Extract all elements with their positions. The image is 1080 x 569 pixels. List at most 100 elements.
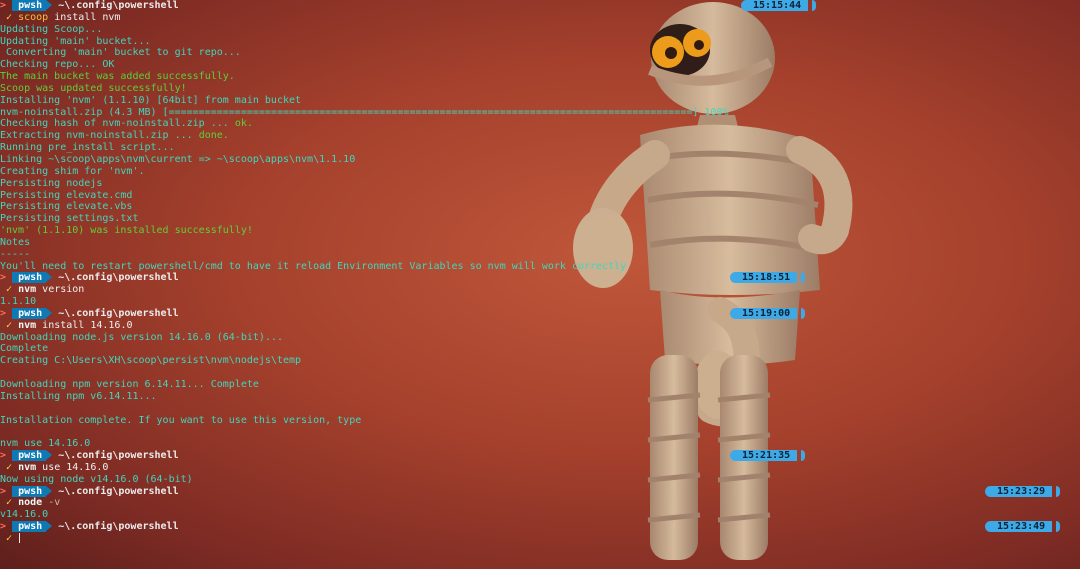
prompt-path: ~\.config\powershell xyxy=(58,485,179,497)
output-line: Linking ~\scoop\apps\nvm\current => ~\sc… xyxy=(0,154,1080,166)
command-line[interactable]: ✓ xyxy=(0,532,1080,545)
output-text: Installing npm v6.14.11... xyxy=(0,390,157,402)
output-line: Running pre_install script... xyxy=(0,142,1080,154)
output-line: Creating C:\Users\XH\scoop\persist\nvm\n… xyxy=(0,355,1080,367)
time-badge: 15:18:51 xyxy=(730,272,806,284)
output-line: Persisting elevate.vbs xyxy=(0,201,1080,213)
output-text: ok. xyxy=(234,118,253,130)
output-text: Checking repo... OK xyxy=(0,59,115,71)
output-text: Converting 'main' bucket to git repo... xyxy=(0,47,241,59)
shell-name-segment: pwsh xyxy=(12,307,47,319)
output-text: Now using node v14.16.0 (64-bit) xyxy=(0,473,193,485)
output-text: 'nvm' (1.1.10) was installed successfull… xyxy=(0,225,253,237)
output-text: You'll need to restart powershell/cmd to… xyxy=(0,260,627,272)
prompt-path: ~\.config\powershell xyxy=(58,450,179,462)
output-line: Converting 'main' bucket to git repo... xyxy=(0,47,1080,59)
command-token: nvm xyxy=(18,461,37,473)
output-text: Notes xyxy=(0,236,31,248)
output-text: Installation complete. If you want to us… xyxy=(0,414,362,426)
output-line: nvm use 14.16.0 xyxy=(0,438,1080,450)
output-text: Installing 'nvm' (1.1.10) [64bit] from m… xyxy=(0,94,302,106)
output-text: The main bucket was added successfully. xyxy=(0,71,235,83)
output-line: Scoop was updated successfully! xyxy=(0,83,1080,95)
prompt-line: > pwsh ~\.config\powershell 15:21:35 xyxy=(0,450,1080,462)
output-text: Checking hash of nvm-noinstall.zip ... xyxy=(0,118,235,130)
prompt-path: ~\.config\powershell xyxy=(58,272,179,284)
output-line: Checking hash of nvm-noinstall.zip ... o… xyxy=(0,118,1080,130)
powerline-separator-icon xyxy=(46,521,53,532)
output-line: Downloading npm version 6.14.11... Compl… xyxy=(0,379,1080,391)
command-token: scoop xyxy=(18,11,49,23)
command-token: -v xyxy=(42,497,61,509)
command-line[interactable]: ✓ scoop install nvm xyxy=(0,12,1080,24)
time-badge: 15:23:29 xyxy=(985,485,1061,497)
prompt-arrow-icon: > xyxy=(0,307,7,319)
command-line[interactable]: ✓ node -v xyxy=(0,497,1080,509)
output-line: nvm-noinstall.zip (4.3 MB) [============… xyxy=(0,107,1080,119)
time-badge: 15:21:35 xyxy=(730,450,806,462)
output-text: Persisting settings.txt xyxy=(0,213,139,225)
command-line[interactable]: ✓ nvm version xyxy=(0,284,1080,296)
output-line: Creating shim for 'nvm'. xyxy=(0,166,1080,178)
output-line: Persisting elevate.cmd xyxy=(0,190,1080,202)
output-line: Complete xyxy=(0,343,1080,355)
terminal-window[interactable]: > pwsh ~\.config\powershell 15:15:44 ✓ sc… xyxy=(0,0,1080,569)
prompt-arrow-icon: > xyxy=(0,485,7,497)
output-line: Updating Scoop... xyxy=(0,24,1080,36)
shell-name-segment: pwsh xyxy=(12,0,47,11)
prompt-line: > pwsh ~\.config\powershell 15:23:49 xyxy=(0,521,1080,533)
time-badge: 15:19:00 xyxy=(730,307,806,319)
prompt-arrow-icon: > xyxy=(0,0,7,11)
check-mark-icon: ✓ xyxy=(6,319,13,331)
output-text: 1.1.10 xyxy=(0,296,37,308)
powerline-separator-icon xyxy=(46,307,53,318)
command-token: install nvm xyxy=(48,11,121,23)
output-text: done. xyxy=(198,130,229,142)
powerline-separator-icon xyxy=(46,485,53,496)
shell-name-segment: pwsh xyxy=(12,272,47,284)
output-text: Extracting nvm-noinstall.zip ... xyxy=(0,130,199,142)
time-badge: 15:23:49 xyxy=(985,521,1061,533)
shell-name-segment: pwsh xyxy=(12,450,47,462)
shell-name-segment: pwsh xyxy=(12,485,47,497)
prompt-path: ~\.config\powershell xyxy=(58,307,179,319)
output-line: The main bucket was added successfully. xyxy=(0,71,1080,83)
output-line: 1.1.10 xyxy=(0,296,1080,308)
output-text: Running pre_install script... xyxy=(0,142,175,154)
output-text: nvm use 14.16.0 xyxy=(0,438,91,450)
powerline-separator-icon xyxy=(46,0,53,10)
output-line: ----- xyxy=(0,249,1080,261)
output-text: v14.16.0 xyxy=(0,509,49,521)
prompt-line: > pwsh ~\.config\powershell 15:19:00 xyxy=(0,307,1080,320)
check-mark-icon: ✓ xyxy=(6,461,13,473)
output-line: Installing npm v6.14.11... xyxy=(0,391,1080,403)
prompt-line: > pwsh ~\.config\powershell 15:23:29 xyxy=(0,485,1080,498)
text-cursor[interactable] xyxy=(19,532,21,543)
output-text: Complete xyxy=(0,343,49,355)
output-text: Persisting elevate.cmd xyxy=(0,189,133,201)
output-text: Creating shim for 'nvm'. xyxy=(0,165,145,177)
command-line[interactable]: ✓ nvm install 14.16.0 xyxy=(0,320,1080,332)
check-mark-icon: ✓ xyxy=(6,497,13,509)
output-line: Checking repo... OK xyxy=(0,59,1080,71)
output-text: Linking ~\scoop\apps\nvm\current => ~\sc… xyxy=(0,153,356,165)
prompt-arrow-icon: > xyxy=(0,450,7,462)
command-token: nvm xyxy=(18,284,37,296)
prompt-line: > pwsh ~\.config\powershell 15:18:51 xyxy=(0,272,1080,284)
output-line: Now using node v14.16.0 (64-bit) xyxy=(0,474,1080,486)
command-line[interactable]: ✓ nvm use 14.16.0 xyxy=(0,462,1080,474)
check-mark-icon: ✓ xyxy=(6,11,13,23)
prompt-arrow-icon: > xyxy=(0,521,7,533)
output-line: Installing 'nvm' (1.1.10) [64bit] from m… xyxy=(0,95,1080,107)
output-line: Extracting nvm-noinstall.zip ... done. xyxy=(0,130,1080,142)
output-line: 'nvm' (1.1.10) was installed successfull… xyxy=(0,225,1080,237)
powerline-separator-icon xyxy=(46,450,53,461)
output-text: Persisting nodejs xyxy=(0,177,103,189)
output-line: Installation complete. If you want to us… xyxy=(0,415,1080,427)
output-text: Persisting elevate.vbs xyxy=(0,201,133,213)
command-token: node xyxy=(18,497,43,509)
output-text: Downloading node.js version 14.16.0 (64-… xyxy=(0,331,283,343)
check-mark-icon: ✓ xyxy=(6,284,13,296)
